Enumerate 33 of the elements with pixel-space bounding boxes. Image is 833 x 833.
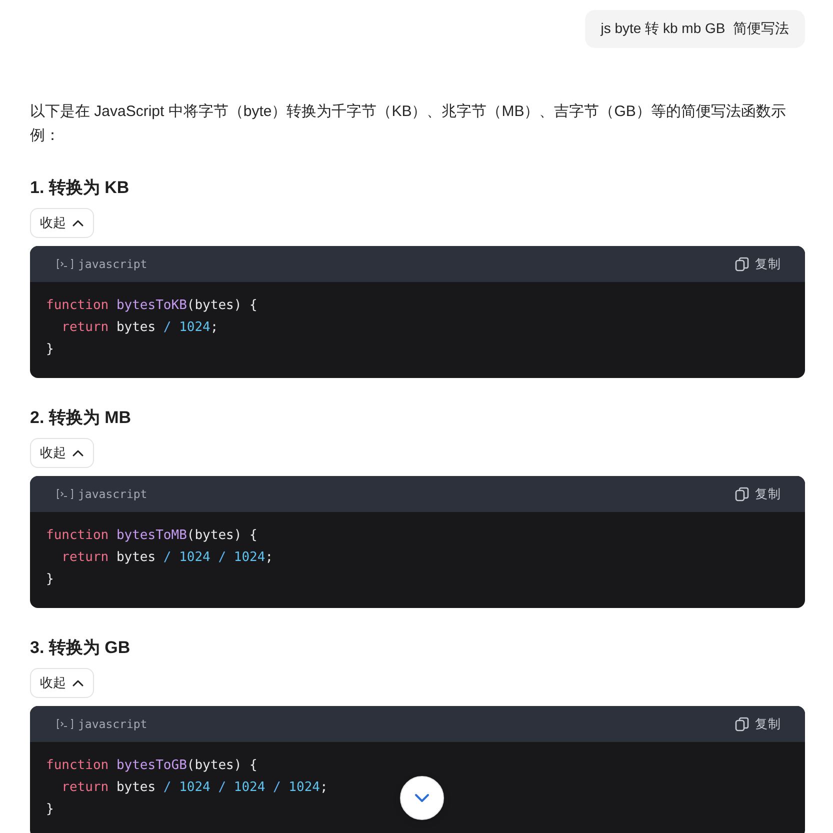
copy-icon bbox=[735, 716, 749, 732]
user-message: js byte 转 kb mb GB 简便写法 bbox=[584, 10, 805, 48]
chevron-up-icon bbox=[72, 679, 84, 687]
chevron-down-icon bbox=[414, 793, 430, 803]
language-label: javascript bbox=[78, 717, 148, 731]
collapse-button[interactable]: 收起 bbox=[30, 438, 94, 468]
collapse-button[interactable]: 收起 bbox=[30, 668, 94, 698]
chevron-up-icon bbox=[72, 449, 84, 457]
code-line: return bytes / 1024; bbox=[60, 319, 218, 337]
copy-icon bbox=[735, 256, 749, 272]
chevron-up-icon bbox=[72, 219, 84, 227]
answer-paragraph: 以下是在 JavaScript 中将字节（byte）转换为千字节（KB）、兆字节（MB）、吉字节（GB）等的简便写法函数示例： bbox=[30, 102, 787, 146]
code-line: function bytesToKB(bytes) { bbox=[46, 297, 258, 315]
code-line: return bytes / 1024 / 1024 / 1024; bbox=[60, 779, 328, 797]
copy-button[interactable]: 复制 bbox=[735, 256, 781, 272]
section-heading: 3. 转换为 GB bbox=[30, 637, 132, 659]
code-line: } bbox=[46, 801, 54, 819]
code-line: } bbox=[46, 341, 54, 359]
language-label: javascript bbox=[78, 487, 148, 501]
terminal-icon bbox=[56, 488, 74, 500]
section-heading: 2. 转换为 MB bbox=[30, 407, 132, 429]
code-line: function bytesToGB(bytes) { bbox=[46, 757, 258, 775]
collapse-button[interactable]: 收起 bbox=[30, 208, 94, 238]
copy-button[interactable]: 复制 bbox=[735, 716, 781, 732]
code-line: return bytes / 1024 / 1024; bbox=[60, 549, 274, 567]
copy-icon bbox=[735, 486, 749, 502]
terminal-icon bbox=[56, 718, 74, 730]
code-line: function bytesToMB(bytes) { bbox=[46, 527, 258, 545]
terminal-icon bbox=[56, 258, 74, 270]
code-line: } bbox=[46, 571, 54, 589]
section-heading: 1. 转换为 KB bbox=[30, 177, 130, 199]
copy-button[interactable]: 复制 bbox=[735, 486, 781, 502]
language-label: javascript bbox=[78, 257, 148, 271]
